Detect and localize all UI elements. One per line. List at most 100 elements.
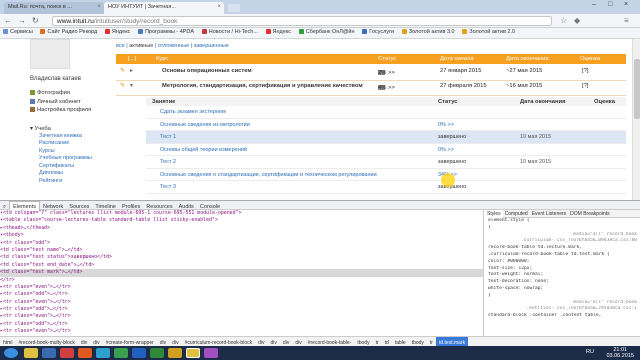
tab-console[interactable]: Console — [197, 202, 223, 210]
breadcrumb-item[interactable]: div — [292, 337, 304, 346]
style-source[interactable]: .entities- css_7c676f8a56…795d38ca.css:1 — [485, 306, 640, 313]
sidebar-item-cabinet[interactable]: Личный кабинет — [30, 98, 92, 107]
app-icon[interactable] — [60, 348, 74, 358]
dom-node[interactable]: ▸<tr class="even">…</tr> — [0, 284, 483, 291]
sidebar-item-courses[interactable]: Курсы — [30, 148, 92, 156]
lesson-row[interactable]: Тест 1 завершено 10 мая 2015 — [146, 131, 626, 144]
style-property[interactable]: white-space: nowrap; — [485, 286, 640, 293]
breadcrumb-item[interactable]: div — [78, 337, 90, 346]
dom-node[interactable]: ▸<thead>…</thead> — [0, 225, 483, 232]
bookmark-item[interactable]: Золотой актив 2.0 — [459, 28, 518, 35]
dom-node[interactable]: <td class="test status">завершено</td> — [0, 254, 483, 261]
app-icon[interactable] — [114, 348, 128, 358]
lesson-row[interactable]: Сдать экзамен экстерном — [146, 106, 626, 119]
close-window-icon[interactable]: × — [624, 1, 628, 8]
lesson-name[interactable]: Тест 1 — [160, 134, 176, 140]
dom-node[interactable]: ▸<tr class="odd">…</tr> — [0, 306, 483, 313]
breadcrumb-item-selected[interactable]: td.test.mark — [435, 337, 469, 346]
dom-node-selected[interactable]: <td class="test mark">…</td> — [0, 269, 483, 277]
lesson-name[interactable]: Основы общей теории измерений — [160, 147, 247, 153]
sidebar-item-programs[interactable]: Учебные программы — [30, 155, 92, 163]
app-icon[interactable] — [78, 348, 92, 358]
style-rule-line[interactable]: element.style { — [485, 218, 640, 225]
bookmark-item[interactable]: Золотой актив 3.0 — [399, 28, 458, 35]
browser-tab-intuit[interactable]: НОУ ИНТУИТ | Зачетная... × — [104, 2, 224, 14]
breadcrumb-item[interactable]: html — [0, 337, 15, 346]
edit-icon[interactable]: ✎ — [120, 83, 125, 89]
style-property[interactable]: font-size: 12px; — [485, 266, 640, 273]
course-row[interactable]: ✎ ▸ Основы операционных систем 2% >> 27 … — [116, 66, 626, 81]
chrome-icon[interactable] — [186, 348, 200, 358]
app-icon[interactable] — [204, 348, 218, 358]
lesson-name[interactable]: Основные сведения о стандартизации, серт… — [160, 172, 377, 178]
sidebar-item-ratings[interactable]: Рейтинги — [30, 178, 92, 186]
browser-tab-mail[interactable]: Mail.Ru: почта, поиск в ... × — [4, 2, 104, 14]
sidebar-item-photo[interactable]: Фотография — [30, 89, 92, 98]
bookmark-item[interactable]: Сайт Радио Рекорд — [37, 28, 100, 35]
course-title[interactable]: Основы операционных систем — [162, 68, 252, 74]
filter-active[interactable]: активные — [129, 43, 153, 49]
extension-icon[interactable]: ◆ — [574, 16, 580, 25]
dom-node[interactable]: ▾<td colspan="7" class="lectures llist m… — [0, 210, 483, 217]
tab-styles[interactable]: Styles — [485, 210, 503, 218]
filter-all[interactable]: все — [116, 43, 125, 49]
lesson-row[interactable]: Основные сведения о стандартизации, серт… — [146, 169, 626, 181]
lesson-row[interactable]: Основы общей теории измерений 0% >> — [146, 144, 626, 156]
bookmark-item[interactable]: Сервисы — [0, 28, 36, 35]
dom-node[interactable]: </tr> — [0, 277, 483, 284]
page-scrollbar[interactable] — [632, 39, 640, 200]
word-icon[interactable] — [132, 348, 146, 358]
dom-node[interactable]: ▸<tr class="even">…</tr> — [0, 299, 483, 306]
start-button-icon[interactable] — [4, 348, 18, 358]
tab-network[interactable]: Network — [40, 202, 66, 210]
style-source[interactable]: .curriculum- css_7c676f8a56…09d38ca.css:… — [485, 238, 640, 245]
sidebar-item-diplomas[interactable]: Дипломы — [30, 170, 92, 178]
new-tab-button[interactable] — [228, 4, 240, 12]
course-row[interactable]: ✎ ▾ Метрология, стандартизация, сертифик… — [116, 81, 626, 96]
filter-completed[interactable]: завершенные — [194, 43, 229, 49]
bookmark-item[interactable]: Яндекс — [102, 28, 134, 35]
breadcrumb-item[interactable]: div — [255, 337, 267, 346]
minimize-icon[interactable]: – — [592, 1, 596, 8]
style-property[interactable]: text-decoration: none; — [485, 279, 640, 286]
tab-timeline[interactable]: Timeline — [92, 202, 119, 210]
breadcrumb-item[interactable]: div — [268, 337, 280, 346]
lesson-row[interactable]: Тест 2 завершено 10 мая 2015 — [146, 156, 626, 169]
lesson-name[interactable]: Основные сведения из метрологии — [160, 122, 250, 128]
dom-node[interactable]: <td class="test end_date">…</td> — [0, 262, 483, 269]
star-icon[interactable]: ☆ — [560, 16, 567, 25]
reload-icon[interactable]: ↻ — [32, 16, 39, 25]
lesson-row[interactable]: Тест 3 завершено — [146, 181, 626, 194]
excel-icon[interactable] — [150, 348, 164, 358]
lesson-row[interactable]: Основные сведения из метрологии 0% >> — [146, 119, 626, 131]
dom-node[interactable]: ▸<tr class="even">…</tr> — [0, 313, 483, 320]
menu-icon[interactable]: ≡ — [624, 16, 629, 25]
dom-node[interactable]: ▸<tr class="odd">…</tr> — [0, 321, 483, 328]
edit-icon[interactable]: ✎ — [120, 68, 125, 74]
style-property[interactable]: font-weight: normal; — [485, 272, 640, 279]
breadcrumb-item[interactable]: div — [90, 337, 102, 346]
tab-elements[interactable]: Elements — [9, 201, 41, 210]
maximize-icon[interactable]: □ — [608, 1, 612, 8]
dom-node[interactable]: ▾<table class="course-lectures-table sta… — [0, 217, 483, 224]
breadcrumb-item[interactable]: #record-book-multy-block — [15, 337, 77, 346]
lesson-status[interactable]: 0% >> — [438, 122, 454, 128]
sidebar-item-certificates[interactable]: Сертификаты — [30, 163, 92, 171]
breadcrumb-item[interactable]: table — [392, 337, 409, 346]
bookmark-item[interactable]: Госуслуги — [359, 28, 397, 35]
breadcrumb-item[interactable]: tbody — [409, 337, 427, 346]
breadcrumb-item[interactable]: tr — [373, 337, 382, 346]
tab-dom-breakpoints[interactable]: DOM Breakpoints — [568, 210, 611, 218]
sidebar-item-settings[interactable]: Настройка профиля — [30, 106, 92, 115]
scrollbar-thumb[interactable] — [634, 59, 640, 119]
dom-node[interactable]: ▸<tr class="odd">…</tr> — [0, 291, 483, 298]
tab-resources[interactable]: Resources — [143, 202, 175, 210]
avatar[interactable] — [30, 39, 70, 69]
tab-audits[interactable]: Audits — [176, 202, 197, 210]
sidebar-item-schedule[interactable]: Расписание — [30, 140, 92, 148]
expand-icon[interactable]: ▸ — [130, 68, 133, 74]
collapse-icon[interactable]: ▾ — [130, 83, 133, 89]
back-icon[interactable]: ← — [4, 16, 12, 25]
sidebar-item-record-book[interactable]: Зачетная книжка — [30, 133, 92, 141]
filter-postponed[interactable]: отложенные — [158, 43, 189, 49]
